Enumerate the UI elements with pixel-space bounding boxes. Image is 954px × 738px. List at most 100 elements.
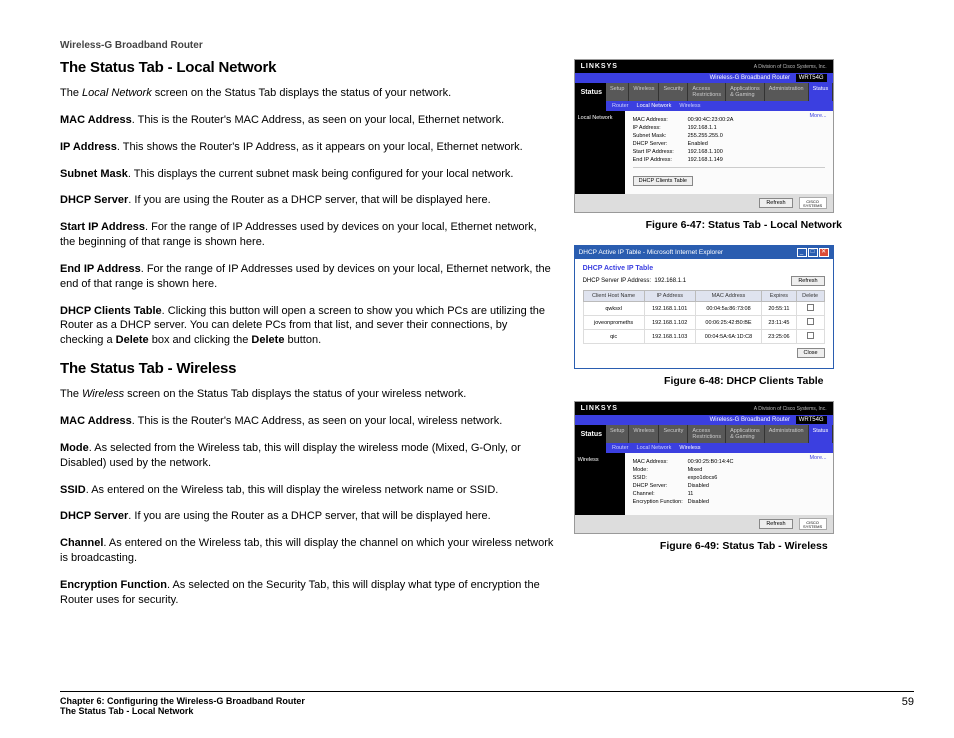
section1-title: The Status Tab - Local Network xyxy=(60,59,554,76)
refresh-button[interactable]: Refresh xyxy=(791,276,824,286)
tab-status[interactable]: Status xyxy=(809,83,834,101)
s1-item-2: Subnet Mask. This displays the current s… xyxy=(60,167,554,182)
col-host: Client Host Name xyxy=(583,291,644,302)
k: DHCP Server: xyxy=(633,483,688,489)
router-ui-local: LINKSYS A Division of Cisco Systems, Inc… xyxy=(574,59,834,213)
subtab-router[interactable]: Router xyxy=(612,103,629,109)
section2-intro: The Wireless screen on the Status Tab di… xyxy=(60,387,554,402)
cell: 23:25:06 xyxy=(762,330,797,344)
delete-checkbox[interactable] xyxy=(807,304,814,311)
tab-access[interactable]: Access Restrictions xyxy=(688,83,726,101)
k: IP Address: xyxy=(633,125,688,131)
cell: qic xyxy=(583,330,644,344)
s2-item-2: SSID. As entered on the Wireless tab, th… xyxy=(60,483,554,498)
term: SSID xyxy=(60,484,86,496)
tab-admin[interactable]: Administration xyxy=(765,425,809,443)
main-tabs: Setup Wireless Security Access Restricti… xyxy=(606,425,833,443)
col-ip: IP Address xyxy=(644,291,695,302)
term: Channel xyxy=(60,537,103,549)
dhcp-heading: DHCP Active IP Table xyxy=(583,265,825,272)
tab-status[interactable]: Status xyxy=(809,425,834,443)
fig48-caption: Figure 6-48: DHCP Clients Table xyxy=(574,375,914,387)
section1-intro: The Local Network screen on the Status T… xyxy=(60,86,554,101)
maximize-icon[interactable]: □ xyxy=(808,248,818,257)
term: MAC Address xyxy=(60,114,132,126)
subtab-router[interactable]: Router xyxy=(612,445,629,451)
close-button[interactable]: Close xyxy=(797,348,825,358)
term: End IP Address xyxy=(60,263,141,275)
tab-security[interactable]: Security xyxy=(659,425,688,443)
cell: 192.168.1.102 xyxy=(644,316,695,330)
k: MAC Address: xyxy=(633,117,688,123)
tab-setup[interactable]: Setup xyxy=(606,425,629,443)
sub-tabs: Router Local Network Wireless xyxy=(606,443,833,453)
cell: 20:55:11 xyxy=(762,302,797,316)
cell: 192.168.1.103 xyxy=(644,330,695,344)
s1-dhcp: DHCP Clients Table. Clicking this button… xyxy=(60,304,554,349)
k: Subnet Mask: xyxy=(633,133,688,139)
term: Mode xyxy=(60,442,89,454)
dhcp-window: DHCP Active IP Table - Microsoft Interne… xyxy=(574,245,834,369)
txt: box and clicking the xyxy=(149,334,252,346)
more-link[interactable]: More... xyxy=(809,113,826,119)
table-row: qwksxl192.168.1.10100:04:5a:86:73:0820:5… xyxy=(583,302,824,316)
brand: LINKSYS xyxy=(581,63,618,70)
refresh-button[interactable]: Refresh xyxy=(759,519,792,529)
bar-title: Wireless-G Broadband Router xyxy=(710,75,790,81)
tagline: A Division of Cisco Systems, Inc. xyxy=(754,406,827,412)
s1-item-4: Start IP Address. For the range of IP Ad… xyxy=(60,220,554,250)
tab-access[interactable]: Access Restrictions xyxy=(688,425,726,443)
status-content: More... MAC Address:00:90:4C:23:00:2A IP… xyxy=(625,111,833,194)
v: Disabled xyxy=(688,483,709,489)
sub-tabs: Router Local Network Wireless xyxy=(606,101,833,111)
minimize-icon[interactable]: _ xyxy=(797,248,807,257)
figure-48: DHCP Active IP Table - Microsoft Interne… xyxy=(574,245,914,387)
tab-wireless[interactable]: Wireless xyxy=(629,425,659,443)
term: Encryption Function xyxy=(60,579,167,591)
product-bar: Wireless-G Broadband Router WRT54G xyxy=(575,73,833,83)
tab-admin[interactable]: Administration xyxy=(765,83,809,101)
s2-item-3: DHCP Server. If you are using the Router… xyxy=(60,509,554,524)
col-exp: Expires xyxy=(762,291,797,302)
v: Enabled xyxy=(688,141,708,147)
k: Mode: xyxy=(633,467,688,473)
side-label: Wireless xyxy=(575,453,625,515)
cell: 192.168.1.101 xyxy=(644,302,695,316)
s1-item-3: DHCP Server. If you are using the Router… xyxy=(60,193,554,208)
txt: button. xyxy=(284,334,321,346)
router-footer: Refresh CISCO SYSTEMS xyxy=(575,194,833,212)
tab-security[interactable]: Security xyxy=(659,83,688,101)
col-mac: MAC Address xyxy=(695,291,761,302)
delete-checkbox[interactable] xyxy=(807,318,814,325)
term: Subnet Mask xyxy=(60,168,128,180)
refresh-button[interactable]: Refresh xyxy=(759,198,792,208)
s2-item-1: Mode. As selected from the Wireless tab,… xyxy=(60,441,554,471)
fig47-caption: Figure 6-47: Status Tab - Local Network xyxy=(574,219,914,231)
tab-wireless[interactable]: Wireless xyxy=(629,83,659,101)
side-label: Local Network xyxy=(575,111,625,194)
subtab-wireless[interactable]: Wireless xyxy=(679,445,700,451)
k: MAC Address: xyxy=(633,459,688,465)
cell: qwksxl xyxy=(583,302,644,316)
footer-chapter: Chapter 6: Configuring the Wireless-G Br… xyxy=(60,696,305,706)
k: Start IP Address: xyxy=(633,149,688,155)
term: Delete xyxy=(116,334,149,346)
txt: . This displays the current subnet mask … xyxy=(128,168,514,180)
close-icon[interactable]: ✕ xyxy=(819,248,829,257)
more-link[interactable]: More... xyxy=(809,455,826,461)
s2-item-0: MAC Address. This is the Router's MAC Ad… xyxy=(60,414,554,429)
delete-checkbox[interactable] xyxy=(807,332,814,339)
status-content: More... MAC Address:00:90:25:B0:14:4C Mo… xyxy=(625,453,833,515)
t: The xyxy=(60,87,82,99)
subtab-wireless[interactable]: Wireless xyxy=(679,103,700,109)
v: 192.168.1.100 xyxy=(688,149,723,155)
subtab-local[interactable]: Local Network xyxy=(637,445,672,451)
brand-bar: LINKSYS A Division of Cisco Systems, Inc… xyxy=(575,60,833,73)
tab-setup[interactable]: Setup xyxy=(606,83,629,101)
subtab-local[interactable]: Local Network xyxy=(637,103,672,109)
k: Channel: xyxy=(633,491,688,497)
tab-apps[interactable]: Applications & Gaming xyxy=(726,83,765,101)
tagline: A Division of Cisco Systems, Inc. xyxy=(754,64,827,70)
dhcp-clients-button[interactable]: DHCP Clients Table xyxy=(633,176,693,186)
tab-apps[interactable]: Applications & Gaming xyxy=(726,425,765,443)
